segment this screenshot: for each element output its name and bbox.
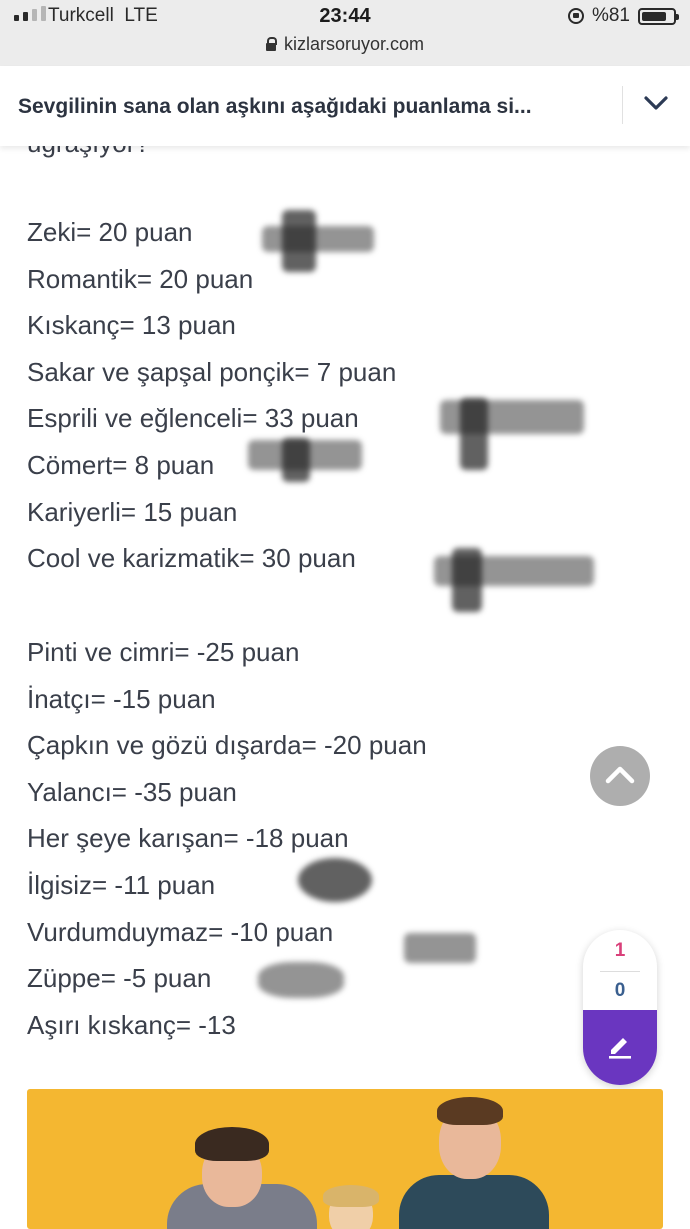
promo-image[interactable] (27, 1089, 663, 1229)
list-item: Kıskanç= 13 puan (27, 310, 236, 341)
positive-traits-list: Zeki= 20 puan Romantik= 20 puan Kıskanç= 1… (27, 209, 396, 582)
url-text: kizlarsoruyor.com (283, 34, 425, 54)
vote-divider (600, 971, 640, 972)
list-item: Her şeye karışan= -18 puan (27, 823, 349, 854)
list-item: Vurdumduymaz= -10 puan (27, 916, 334, 947)
address-bar[interactable]: kizlarsoruyor.com (0, 34, 690, 55)
rotation-lock-icon (567, 8, 584, 24)
downvote-count[interactable]: 0 (583, 980, 657, 1002)
header-divider (622, 86, 623, 124)
scroll-top-button[interactable] (590, 746, 650, 806)
vote-widget: 1 0 (583, 930, 657, 1085)
list-item: Yalancı= -35 puan (27, 776, 237, 807)
status-bar: Turkcell LTE 23:44 %81 kizlarsoruyor.com (0, 0, 690, 66)
list-item: İnatçı= -15 puan (27, 683, 216, 714)
lock-icon (265, 37, 277, 51)
pencil-icon (609, 1038, 631, 1059)
battery-percent: %81 (591, 5, 630, 26)
negative-traits-list: Pinti ve cimri= -25 puan İnatçı= -15 puan… (27, 629, 427, 1048)
list-item: Züppe= -5 puan (27, 963, 212, 994)
write-answer-button[interactable] (583, 1010, 657, 1085)
chevron-up-icon (605, 766, 635, 784)
list-item: Aşırı kıskanç= -13 (27, 1009, 236, 1040)
chevron-down-icon[interactable] (643, 90, 669, 116)
battery-icon (638, 7, 679, 25)
list-item: Kariyerli= 15 puan (27, 496, 238, 527)
question-header: Sevgilinin sana olan aşkını aşağıdaki pu… (0, 66, 690, 146)
list-item: Cool ve karizmatik= 30 puan (27, 543, 356, 574)
list-item: Pinti ve cimri= -25 puan (27, 637, 300, 667)
list-item: Sakar ve şapşal ponçik= 7 puan (27, 356, 397, 387)
list-item: Esprili ve eğlenceli= 33 puan (27, 403, 359, 434)
upvote-count[interactable]: 1 (583, 940, 657, 962)
list-item: Romantik= 20 puan (27, 263, 254, 294)
list-item: Çapkın ve gözü dışarda= -20 puan (27, 730, 427, 761)
question-title[interactable]: Sevgilinin sana olan aşkını aşağıdaki pu… (18, 95, 598, 119)
